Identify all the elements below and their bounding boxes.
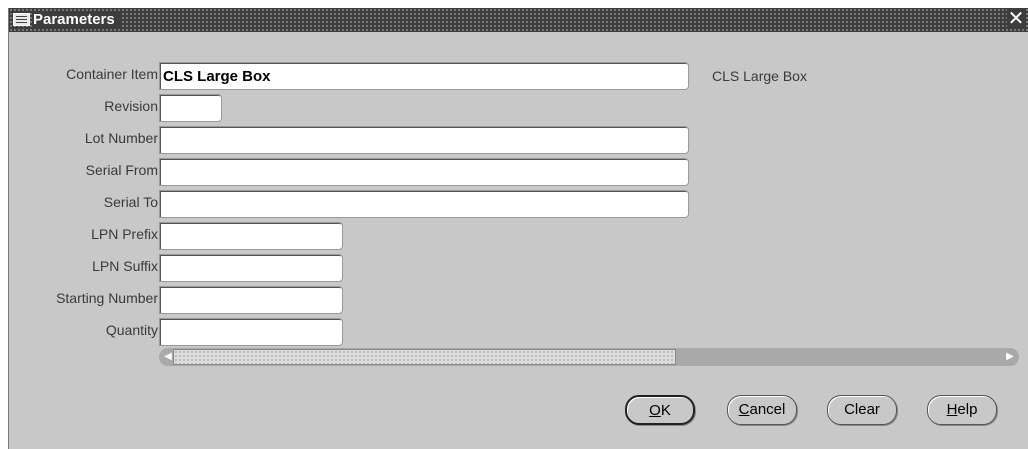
container-item-field[interactable]: CLS Large Box bbox=[159, 62, 689, 90]
help-label-rest: elp bbox=[957, 401, 978, 418]
serial-from-label: Serial From bbox=[85, 162, 158, 178]
lpn-suffix-field[interactable] bbox=[159, 254, 343, 282]
ok-mnemonic: O bbox=[649, 402, 661, 419]
clear-button[interactable]: Clear bbox=[827, 395, 897, 425]
lpn-prefix-label: LPN Prefix bbox=[91, 226, 158, 242]
title-bar[interactable]: Parameters ✕ bbox=[9, 8, 1028, 32]
window-title: Parameters bbox=[33, 11, 121, 28]
quantity-field[interactable] bbox=[159, 318, 343, 346]
revision-label: Revision bbox=[104, 98, 158, 114]
quantity-label: Quantity bbox=[105, 322, 158, 338]
ok-button[interactable]: OK bbox=[625, 395, 695, 425]
serial-to-field[interactable] bbox=[159, 190, 689, 218]
help-mnemonic: H bbox=[946, 401, 958, 418]
close-icon[interactable]: ✕ bbox=[1007, 9, 1025, 29]
lpn-suffix-label: LPN Suffix bbox=[92, 258, 158, 274]
lpn-prefix-field[interactable] bbox=[159, 222, 343, 250]
container-item-label: Container Item bbox=[66, 66, 158, 82]
revision-field[interactable] bbox=[159, 94, 222, 122]
parameters-window: Parameters ✕ Container Item CLS Large Bo… bbox=[8, 8, 1028, 449]
help-button[interactable]: Help bbox=[927, 395, 997, 425]
horizontal-scrollbar[interactable]: ◀ ▶ bbox=[159, 348, 1019, 366]
cancel-button[interactable]: Cancel bbox=[727, 395, 797, 425]
starting-number-label: Starting Number bbox=[56, 290, 158, 306]
lot-number-label: Lot Number bbox=[84, 130, 158, 146]
oracle-app-icon bbox=[13, 13, 30, 26]
cancel-mnemonic: C bbox=[738, 401, 750, 418]
container-item-description: CLS Large Box bbox=[712, 68, 807, 84]
scroll-right-arrow-icon[interactable]: ▶ bbox=[1003, 350, 1017, 364]
cancel-label-rest: ancel bbox=[749, 401, 786, 418]
serial-to-label: Serial To bbox=[103, 194, 158, 210]
lot-number-field[interactable] bbox=[159, 126, 689, 154]
ok-label-rest: K bbox=[660, 402, 671, 419]
serial-from-field[interactable] bbox=[159, 158, 689, 186]
starting-number-field[interactable] bbox=[159, 286, 343, 314]
scrollbar-thumb[interactable] bbox=[173, 349, 676, 365]
